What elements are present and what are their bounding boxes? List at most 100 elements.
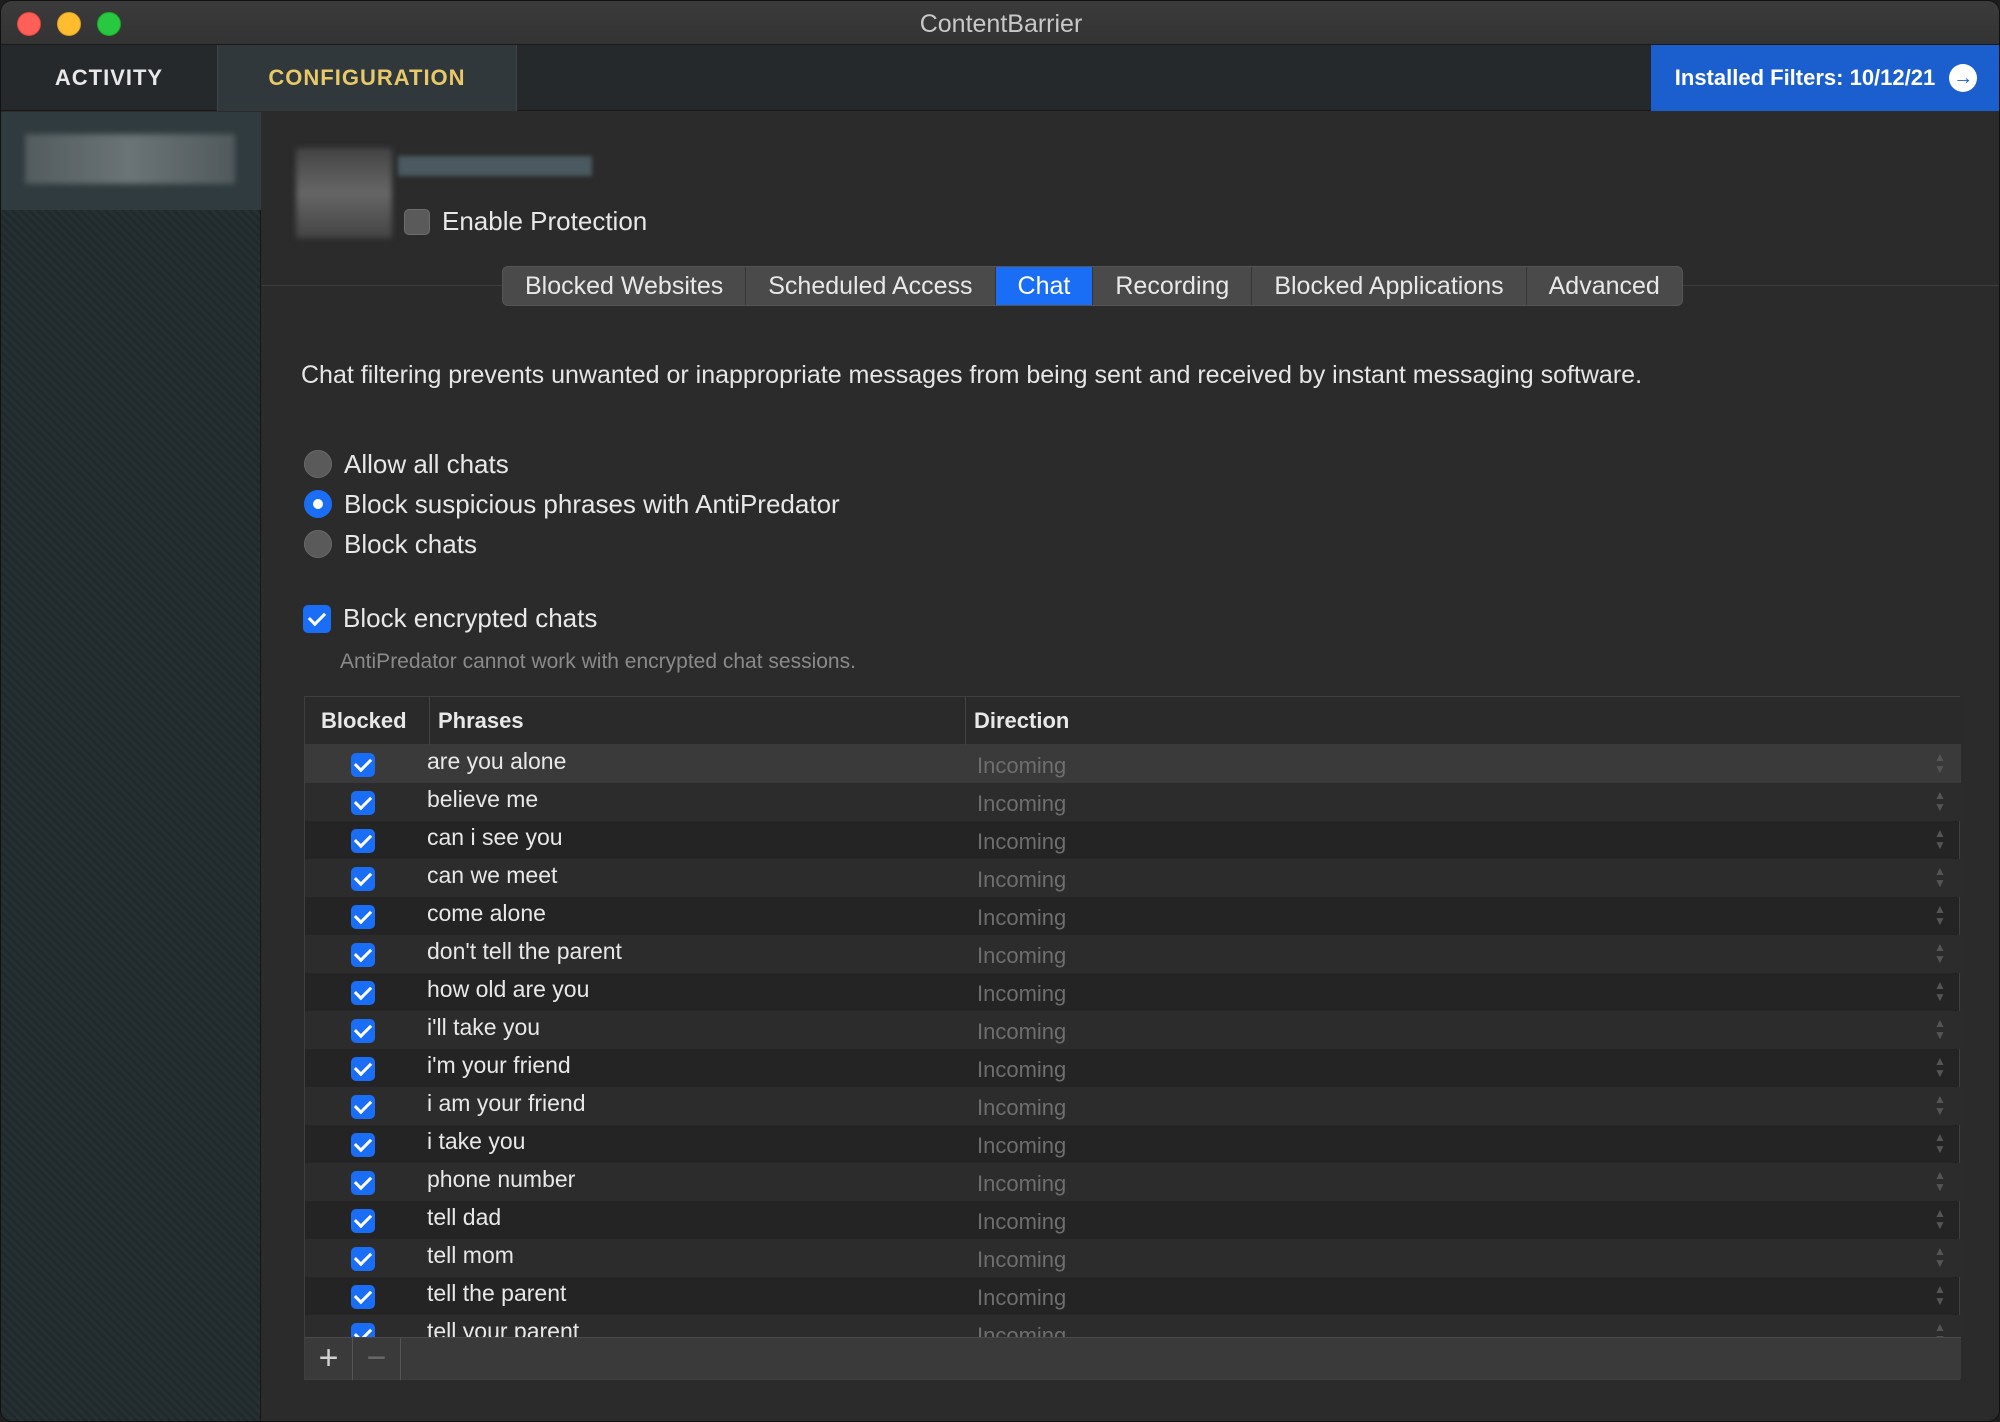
tab-configuration[interactable]: CONFIGURATION	[217, 45, 517, 111]
updown-chevron-icon[interactable]: ▲ ▼	[1933, 1169, 1947, 1195]
phrase-cell[interactable]: i'll take you	[427, 1014, 540, 1041]
table-row[interactable]: come alone Incoming ▲ ▼	[305, 897, 1961, 935]
updown-chevron-icon[interactable]: ▲ ▼	[1933, 751, 1947, 777]
enable-protection-checkbox[interactable]	[404, 208, 430, 235]
table-row[interactable]: can i see you Incoming ▲ ▼	[305, 821, 1961, 859]
sidebar-user-item[interactable]	[1, 112, 261, 210]
table-row[interactable]: can we meet Incoming ▲ ▼	[305, 859, 1961, 897]
phrase-cell[interactable]: i'm your friend	[427, 1052, 571, 1079]
direction-select[interactable]: Incoming	[977, 1095, 1066, 1121]
updown-chevron-icon[interactable]: ▲ ▼	[1933, 827, 1947, 853]
remove-phrase-button[interactable]: −	[353, 1338, 401, 1380]
column-header-direction[interactable]: Direction	[965, 697, 1069, 745]
updown-chevron-icon[interactable]: ▲ ▼	[1933, 903, 1947, 929]
blocked-checkbox[interactable]	[351, 1285, 375, 1309]
column-header-blocked[interactable]: Blocked	[321, 697, 407, 745]
table-row[interactable]: are you alone Incoming ▲ ▼	[305, 745, 1961, 783]
chat-mode-option[interactable]: Allow all chats	[304, 444, 840, 484]
phrase-cell[interactable]: tell your parent	[427, 1318, 579, 1339]
table-row[interactable]: tell your parent Incoming ▲ ▼	[305, 1315, 1961, 1339]
blocked-checkbox[interactable]	[351, 867, 375, 891]
blocked-checkbox[interactable]	[351, 1133, 375, 1157]
phrase-cell[interactable]: tell mom	[427, 1242, 514, 1269]
direction-select[interactable]: Incoming	[977, 905, 1066, 931]
installed-filters-button[interactable]: Installed Filters: 10/12/21 →	[1651, 45, 1999, 111]
tab-scheduled-access[interactable]: Scheduled Access	[746, 267, 996, 305]
phrase-cell[interactable]: are you alone	[427, 748, 566, 775]
phrase-cell[interactable]: can we meet	[427, 862, 557, 889]
phrase-cell[interactable]: i take you	[427, 1128, 525, 1155]
phrase-cell[interactable]: phone number	[427, 1166, 575, 1193]
updown-chevron-icon[interactable]: ▲ ▼	[1933, 979, 1947, 1005]
table-row[interactable]: don't tell the parent Incoming ▲ ▼	[305, 935, 1961, 973]
direction-select[interactable]: Incoming	[977, 1247, 1066, 1273]
phrase-cell[interactable]: don't tell the parent	[427, 938, 622, 965]
direction-select[interactable]: Incoming	[977, 791, 1066, 817]
column-header-phrases[interactable]: Phrases	[429, 697, 524, 745]
phrase-cell[interactable]: can i see you	[427, 824, 563, 851]
direction-select[interactable]: Incoming	[977, 867, 1066, 893]
phrase-cell[interactable]: tell the parent	[427, 1280, 566, 1307]
updown-chevron-icon[interactable]: ▲ ▼	[1933, 1207, 1947, 1233]
table-row[interactable]: believe me Incoming ▲ ▼	[305, 783, 1961, 821]
chat-mode-option[interactable]: Block chats	[304, 524, 840, 564]
phrase-cell[interactable]: believe me	[427, 786, 538, 813]
direction-select[interactable]: Incoming	[977, 1133, 1066, 1159]
table-row[interactable]: tell dad Incoming ▲ ▼	[305, 1201, 1961, 1239]
table-row[interactable]: phone number Incoming ▲ ▼	[305, 1163, 1961, 1201]
direction-select[interactable]: Incoming	[977, 981, 1066, 1007]
updown-chevron-icon[interactable]: ▲ ▼	[1933, 1017, 1947, 1043]
radio-button[interactable]	[304, 490, 332, 518]
direction-select[interactable]: Incoming	[977, 1209, 1066, 1235]
updown-chevron-icon[interactable]: ▲ ▼	[1933, 1055, 1947, 1081]
table-row[interactable]: i'll take you Incoming ▲ ▼	[305, 1011, 1961, 1049]
block-encrypted-row[interactable]: Block encrypted chats	[303, 603, 597, 634]
updown-chevron-icon[interactable]: ▲ ▼	[1933, 865, 1947, 891]
direction-select[interactable]: Incoming	[977, 1285, 1066, 1311]
direction-select[interactable]: Incoming	[977, 829, 1066, 855]
tab-chat[interactable]: Chat	[995, 267, 1094, 305]
blocked-checkbox[interactable]	[351, 981, 375, 1005]
chat-mode-option[interactable]: Block suspicious phrases with AntiPredat…	[304, 484, 840, 524]
blocked-checkbox[interactable]	[351, 1247, 375, 1271]
updown-chevron-icon[interactable]: ▲ ▼	[1933, 1093, 1947, 1119]
direction-select[interactable]: Incoming	[977, 753, 1066, 779]
block-encrypted-checkbox[interactable]	[303, 604, 331, 633]
direction-select[interactable]: Incoming	[977, 943, 1066, 969]
direction-select[interactable]: Incoming	[977, 1019, 1066, 1045]
phrase-cell[interactable]: come alone	[427, 900, 546, 927]
table-row[interactable]: i am your friend Incoming ▲ ▼	[305, 1087, 1961, 1125]
add-phrase-button[interactable]: +	[305, 1338, 353, 1380]
blocked-checkbox[interactable]	[351, 1019, 375, 1043]
updown-chevron-icon[interactable]: ▲ ▼	[1933, 789, 1947, 815]
blocked-checkbox[interactable]	[351, 905, 375, 929]
phrase-cell[interactable]: tell dad	[427, 1204, 501, 1231]
radio-button[interactable]	[304, 450, 332, 478]
tab-recording[interactable]: Recording	[1093, 267, 1253, 305]
phrase-cell[interactable]: i am your friend	[427, 1090, 586, 1117]
enable-protection-row[interactable]: Enable Protection	[404, 206, 647, 237]
direction-select[interactable]: Incoming	[977, 1057, 1066, 1083]
updown-chevron-icon[interactable]: ▲ ▼	[1933, 1283, 1947, 1309]
updown-chevron-icon[interactable]: ▲ ▼	[1933, 941, 1947, 967]
blocked-checkbox[interactable]	[351, 1057, 375, 1081]
tab-blocked-websites[interactable]: Blocked Websites	[503, 267, 747, 305]
updown-chevron-icon[interactable]: ▲ ▼	[1933, 1131, 1947, 1157]
table-row[interactable]: tell mom Incoming ▲ ▼	[305, 1239, 1961, 1277]
table-row[interactable]: i'm your friend Incoming ▲ ▼	[305, 1049, 1961, 1087]
radio-button[interactable]	[304, 530, 332, 558]
phrase-cell[interactable]: how old are you	[427, 976, 589, 1003]
blocked-checkbox[interactable]	[351, 1095, 375, 1119]
direction-select[interactable]: Incoming	[977, 1171, 1066, 1197]
table-row[interactable]: tell the parent Incoming ▲ ▼	[305, 1277, 1961, 1315]
blocked-checkbox[interactable]	[351, 1209, 375, 1233]
blocked-checkbox[interactable]	[351, 753, 375, 777]
tab-blocked-applications[interactable]: Blocked Applications	[1252, 267, 1527, 305]
table-row[interactable]: i take you Incoming ▲ ▼	[305, 1125, 1961, 1163]
tab-advanced[interactable]: Advanced	[1527, 267, 1682, 305]
blocked-checkbox[interactable]	[351, 829, 375, 853]
blocked-checkbox[interactable]	[351, 1171, 375, 1195]
blocked-checkbox[interactable]	[351, 943, 375, 967]
tab-activity[interactable]: ACTIVITY	[1, 45, 217, 111]
blocked-checkbox[interactable]	[351, 791, 375, 815]
